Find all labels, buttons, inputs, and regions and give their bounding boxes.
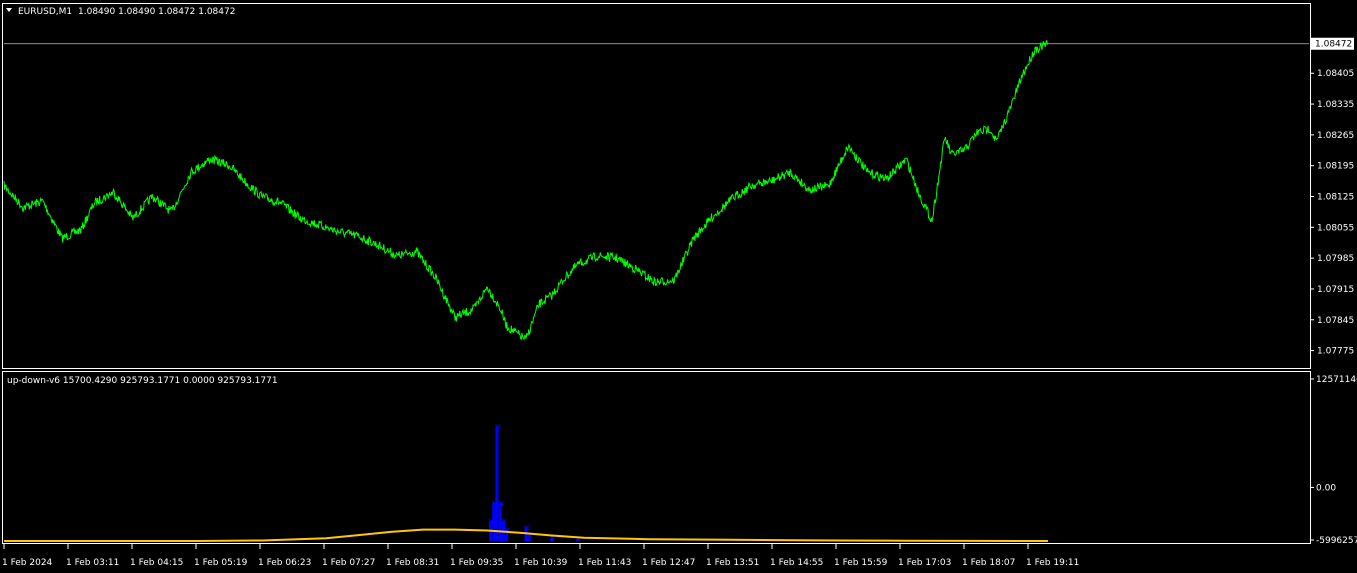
x-tick-label: 1 Feb 19:11 [1026,558,1079,568]
indicator-series: ×××××× ×× × × [4,423,1049,545]
x-tick-label: 1 Feb 04:15 [130,558,183,568]
price-y-axis: 1.08405 1.08335 1.08265 1.08195 1.08125 1.080… [1310,69,1354,357]
x-axis: 1 Feb 2024 1 Feb 03:11 1 Feb 04:15 1 Feb 05… [2,544,1079,568]
price-y-tick-label: 1.08195 [1317,162,1354,172]
indicator-panel-frame [2,371,1311,544]
price-series [3,40,1049,341]
price-y-tick-label: 1.08125 [1317,193,1354,203]
indicator-y-tick-label: 12571140 [1316,375,1357,385]
indicator-y-axis: 12571140 0.00 -5996257 [1310,375,1357,546]
x-tick-label: 1 Feb 14:55 [770,558,823,568]
x-tick-label: 1 Feb 03:11 [66,558,119,568]
x-tick-label: 1 Feb 17:03 [898,558,951,568]
price-y-tick-label: 1.08335 [1317,100,1354,110]
x-tick-label: 1 Feb 13:51 [706,558,759,568]
x-tick-label: 1 Feb 09:35 [450,558,503,568]
price-y-tick-label: 1.07775 [1317,347,1354,357]
x-tick-label: 1 Feb 05:19 [194,558,248,568]
indicator-y-tick-label: 0.00 [1316,483,1336,493]
price-y-tick-label: 1.07985 [1317,254,1354,264]
x-tick-label: 1 Feb 2024 [2,558,53,568]
price-y-tick-label: 1.07845 [1317,316,1354,326]
current-price-label: 1.08472 [1315,40,1352,50]
x-tick-label: 1 Feb 12:47 [642,558,695,568]
indicator-label: up-down-v6 15700.4290 925793.1771 0.0000… [7,376,278,386]
price-y-tick-label: 1.08055 [1317,223,1354,233]
chart-canvas: EURUSD,M1 1.08490 1.08490 1.08472 1.0847… [2,3,1357,568]
x-tick-label: 1 Feb 10:39 [514,558,568,568]
price-y-tick-label: 1.07915 [1317,285,1354,295]
x-tick-label: 1 Feb 11:43 [578,558,631,568]
current-price-marker: 1.08472 [4,37,1354,50]
x-tick-label: 1 Feb 06:23 [258,558,311,568]
price-y-tick-label: 1.08405 [1317,69,1354,79]
price-y-tick-label: 1.08265 [1317,131,1354,141]
indicator-y-tick-label: -5996257 [1316,536,1357,546]
indicator-histogram-marker: × [497,499,505,509]
price-panel-frame [2,3,1311,369]
symbol-label: EURUSD,M1 [18,7,72,17]
x-tick-label: 1 Feb 15:59 [834,558,888,568]
indicator-histogram-marker: × [494,423,502,433]
x-tick-label: 1 Feb 07:27 [322,558,375,568]
indicator-histogram-marker: × [526,531,534,541]
ohlc-label: 1.08490 1.08490 1.08472 1.08472 [78,7,235,17]
price-line [3,40,1049,341]
x-tick-label: 1 Feb 08:31 [386,558,439,568]
collapse-triangle-icon[interactable] [6,8,12,12]
x-tick-label: 1 Feb 18:07 [962,558,1015,568]
